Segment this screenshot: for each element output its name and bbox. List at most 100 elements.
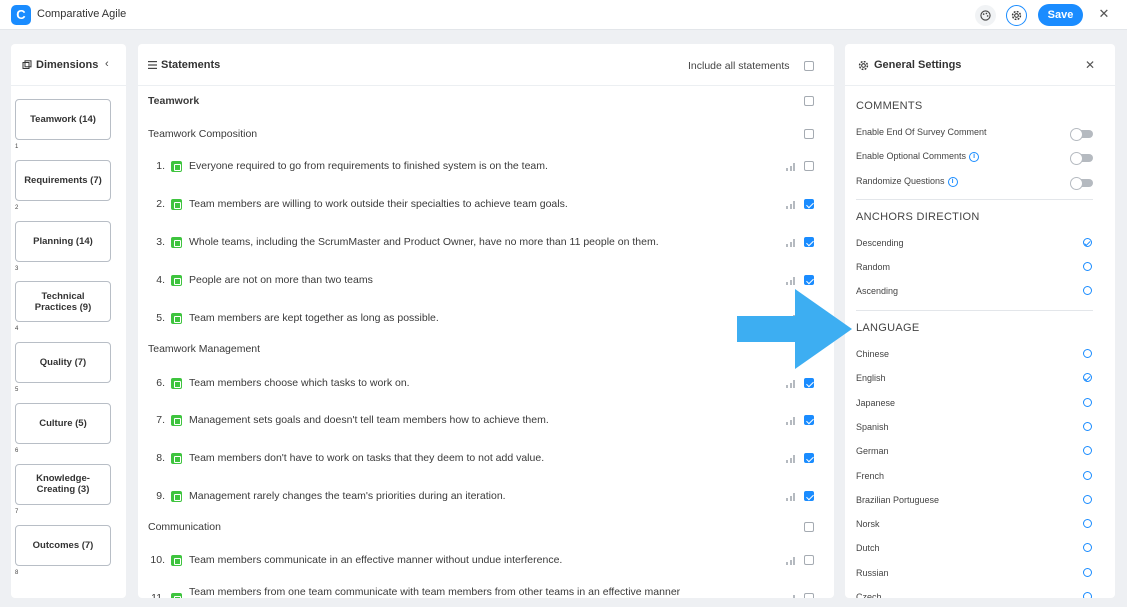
language-section-title: LANGUAGE	[856, 322, 920, 334]
language-radio[interactable]	[1083, 592, 1092, 598]
statement-number: 2.	[156, 198, 165, 210]
statement-checkbox[interactable]	[804, 378, 814, 388]
dimension-button[interactable]: Teamwork (14)	[15, 99, 111, 140]
dimension-button[interactable]: Technical Practices (9)	[15, 281, 111, 323]
statement-text: Team members don't have to work on tasks…	[189, 452, 545, 464]
stats-bars-icon[interactable]	[786, 277, 796, 285]
stats-bars-icon[interactable]	[786, 455, 796, 463]
group-title: Teamwork Management	[148, 343, 261, 355]
include-all-checkbox[interactable]	[804, 61, 814, 71]
settings-gear-icon	[858, 60, 869, 71]
team-statement-icon	[171, 313, 182, 324]
dimension-button[interactable]: Requirements (7)	[15, 159, 111, 201]
statement-text: Team members are kept together as long a…	[189, 312, 439, 324]
anchor-radio[interactable]	[1083, 286, 1092, 295]
dimension-number: 8	[15, 569, 19, 576]
gear-icon[interactable]	[1006, 5, 1027, 26]
dimension-button[interactable]: Planning (14)	[15, 220, 111, 262]
close-icon[interactable]: ✕	[1097, 7, 1111, 21]
stats-bars-icon[interactable]	[786, 557, 796, 565]
stats-bars-icon[interactable]	[786, 163, 796, 171]
settings-close-icon[interactable]: ✕	[1085, 58, 1095, 72]
dimension-button[interactable]: Quality (7)	[15, 342, 111, 384]
group-checkbox[interactable]	[804, 129, 814, 139]
dimension-button[interactable]: Knowledge-Creating (3)	[15, 463, 111, 505]
language-option-label: French	[856, 470, 885, 481]
dimension-number: 1	[15, 144, 19, 150]
app-title: Comparative Agile	[37, 8, 127, 20]
stats-bars-icon[interactable]	[786, 201, 796, 209]
anchor-radio[interactable]	[1083, 262, 1092, 271]
stats-bars-icon[interactable]	[786, 595, 796, 598]
language-radio[interactable]	[1083, 567, 1092, 577]
category-checkbox[interactable]	[804, 96, 814, 106]
team-statement-icon	[171, 378, 182, 389]
info-icon[interactable]: i	[969, 151, 980, 162]
statement-number: 10.	[150, 554, 165, 566]
setting-toggle[interactable]	[1070, 152, 1093, 165]
statement-number: 1.	[156, 160, 165, 172]
statement-number: 8.	[156, 452, 165, 464]
language-option-label: Czech	[856, 592, 882, 598]
collapse-chevron-icon[interactable]: ‹	[105, 58, 109, 70]
anchor-radio[interactable]	[1083, 238, 1092, 247]
statement-checkbox[interactable]	[804, 415, 814, 425]
anchor-option-label: Random	[856, 262, 891, 272]
statement-checkbox[interactable]	[804, 199, 814, 209]
stats-bars-icon[interactable]	[786, 493, 796, 501]
language-radio[interactable]	[1083, 349, 1092, 358]
language-radio[interactable]	[1083, 397, 1092, 407]
statement-checkbox[interactable]	[804, 161, 814, 171]
statement-number: 5.	[156, 312, 165, 324]
language-option-label: Chinese	[856, 349, 890, 359]
statement-text: Team members from one team communicate w…	[189, 586, 681, 598]
group-checkbox[interactable]	[804, 522, 814, 532]
setting-toggle[interactable]	[1070, 177, 1093, 190]
statement-number: 4.	[156, 274, 165, 286]
list-icon	[148, 61, 157, 69]
team-statement-icon	[171, 453, 182, 464]
language-radio[interactable]	[1083, 470, 1092, 480]
team-statement-icon	[171, 491, 182, 502]
dimension-number: 3	[15, 265, 19, 272]
language-radio[interactable]	[1083, 373, 1092, 383]
language-radio[interactable]	[1083, 543, 1092, 553]
setting-label: Enable End Of Survey Comment	[856, 127, 987, 137]
team-statement-icon	[171, 415, 182, 426]
statements-panel: Statements Include all statements Teamwo…	[138, 44, 834, 598]
language-radio[interactable]	[1083, 421, 1092, 431]
info-icon[interactable]: i	[947, 176, 958, 187]
category-title: Teamwork	[148, 95, 200, 107]
statement-checkbox[interactable]	[804, 555, 814, 565]
setting-label: Randomize Questions i	[856, 176, 958, 187]
statement-checkbox[interactable]	[804, 275, 814, 285]
dimension-button[interactable]: Culture (5)	[15, 403, 111, 444]
statement-checkbox[interactable]	[804, 491, 814, 501]
statement-checkbox[interactable]	[804, 593, 814, 598]
stats-bars-icon[interactable]	[786, 417, 796, 425]
language-option-label: English	[856, 373, 886, 384]
language-radio[interactable]	[1083, 519, 1092, 529]
section-divider	[856, 310, 1093, 311]
statement-checkbox[interactable]	[804, 237, 814, 247]
dimension-button[interactable]: Outcomes (7)	[15, 524, 111, 566]
save-button[interactable]: Save	[1038, 4, 1083, 26]
group-title: Teamwork Composition	[148, 128, 258, 140]
stats-bars-icon[interactable]	[786, 239, 796, 247]
language-option-label: Brazilian Portuguese	[856, 494, 940, 505]
language-option-label: Japanese	[856, 397, 896, 408]
statements-list: Teamwork Teamwork Composition 1. Everyone r…	[138, 87, 834, 598]
language-radio[interactable]	[1083, 446, 1092, 456]
statement-checkbox[interactable]	[804, 453, 814, 463]
stats-bars-icon[interactable]	[786, 380, 796, 388]
team-statement-icon	[171, 275, 182, 286]
language-radio[interactable]	[1083, 494, 1092, 504]
team-statement-icon	[171, 555, 182, 566]
statement-number: 3.	[156, 236, 165, 248]
group-title: Communication	[148, 521, 221, 533]
palette-icon[interactable]	[975, 5, 996, 26]
setting-toggle[interactable]	[1070, 128, 1093, 141]
statement-number: 11.	[151, 592, 165, 598]
top-bar: C Comparative Agile Save ✕	[0, 0, 1127, 30]
setting-label-text: Randomize Questions	[856, 176, 945, 186]
